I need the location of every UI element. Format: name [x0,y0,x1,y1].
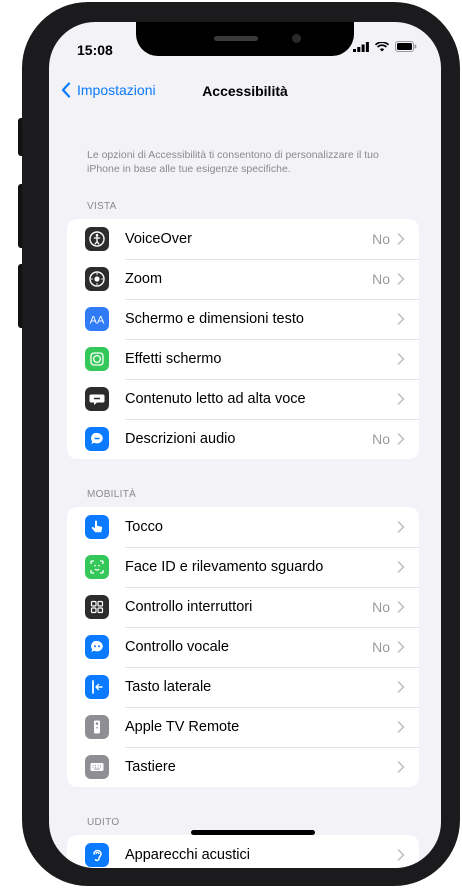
chevron-right-icon [397,313,405,325]
row-label: Schermo e dimensioni testo [125,311,304,327]
row-voiceover[interactable]: VoiceOver No [67,219,419,259]
hearing-devices-icon [85,843,109,867]
settings-group-mobilita: Tocco Face ID e rilevamento sguardo Cont… [67,507,419,787]
row-label: Tasto laterale [125,679,212,695]
row-keyboards[interactable]: Tastiere [67,747,419,787]
screen: 15:08 Impostazioni Accessibilità Le opzi… [49,22,441,868]
row-value: No [372,431,390,447]
front-camera [292,34,301,43]
row-apple-tv-remote[interactable]: Apple TV Remote [67,707,419,747]
audio-descriptions-icon [85,427,109,451]
touch-icon [85,515,109,539]
chevron-right-icon [397,681,405,693]
row-label: Face ID e rilevamento sguardo [125,559,324,575]
row-label: VoiceOver [125,231,192,247]
chevron-right-icon [397,721,405,733]
section-header-vista: VISTA [87,201,117,212]
row-audio-descriptions[interactable]: Descrizioni audio No [67,419,419,459]
settings-group-udito: Apparecchi acustici [67,835,419,868]
page-title: Accessibilità [202,83,288,99]
row-voice-control[interactable]: Controllo vocale No [67,627,419,667]
row-touch[interactable]: Tocco [67,507,419,547]
notch [136,22,354,56]
svg-text:AA: AA [90,315,105,327]
row-label: Descrizioni audio [125,431,236,447]
section-header-udito: UDITO [87,817,120,828]
chevron-right-icon [397,601,405,613]
row-label: Tocco [125,519,163,535]
row-value: No [372,271,390,287]
side-button-icon [85,675,109,699]
chevron-right-icon [397,641,405,653]
row-hearing-devices[interactable]: Apparecchi acustici [67,835,419,868]
chevron-right-icon [397,273,405,285]
status-icons [353,41,417,52]
row-label: Zoom [125,271,163,287]
chevron-right-icon [397,849,405,861]
row-motion[interactable]: Effetti schermo [67,339,419,379]
wifi-icon [375,41,389,51]
row-text-size[interactable]: AA Schermo e dimensioni testo [67,299,419,339]
chevron-right-icon [397,393,405,405]
home-indicator[interactable] [191,830,315,835]
intro-text: Le opzioni di Accessibilità ti consenton… [87,149,379,175]
signal-icon [353,41,369,52]
chevron-right-icon [397,433,405,445]
speaker [214,36,258,41]
battery-icon [395,41,417,52]
row-spoken-content[interactable]: Contenuto letto ad alta voce [67,379,419,419]
section-header-mobilita: MOBILITÀ [87,489,137,500]
row-label: Contenuto letto ad alta voce [125,391,306,407]
settings-group-vista: VoiceOver No Zoom No AA Schermo e dimens… [67,219,419,459]
row-label: Apparecchi acustici [125,847,250,863]
switch-control-icon [85,595,109,619]
row-value: No [372,599,390,615]
row-label: Effetti schermo [125,351,222,367]
chevron-right-icon [397,561,405,573]
chevron-right-icon [397,761,405,773]
zoom-icon [85,267,109,291]
tv-remote-icon [85,715,109,739]
row-face-id[interactable]: Face ID e rilevamento sguardo [67,547,419,587]
chevron-right-icon [397,521,405,533]
row-side-button[interactable]: Tasto laterale [67,667,419,707]
chevron-right-icon [397,233,405,245]
voice-control-icon [85,635,109,659]
face-id-icon [85,555,109,579]
row-zoom[interactable]: Zoom No [67,259,419,299]
row-switch-control[interactable]: Controllo interruttori No [67,587,419,627]
chevron-right-icon [397,353,405,365]
spoken-content-icon [85,387,109,411]
row-value: No [372,231,390,247]
keyboard-icon [85,755,109,779]
row-value: No [372,639,390,655]
row-label: Tastiere [125,759,176,775]
row-label: Controllo interruttori [125,599,253,615]
voiceover-icon [85,227,109,251]
motion-icon [85,347,109,371]
row-label: Apple TV Remote [125,719,240,735]
text-size-icon: AA [85,307,109,331]
status-time: 15:08 [77,42,113,58]
row-label: Controllo vocale [125,639,229,655]
